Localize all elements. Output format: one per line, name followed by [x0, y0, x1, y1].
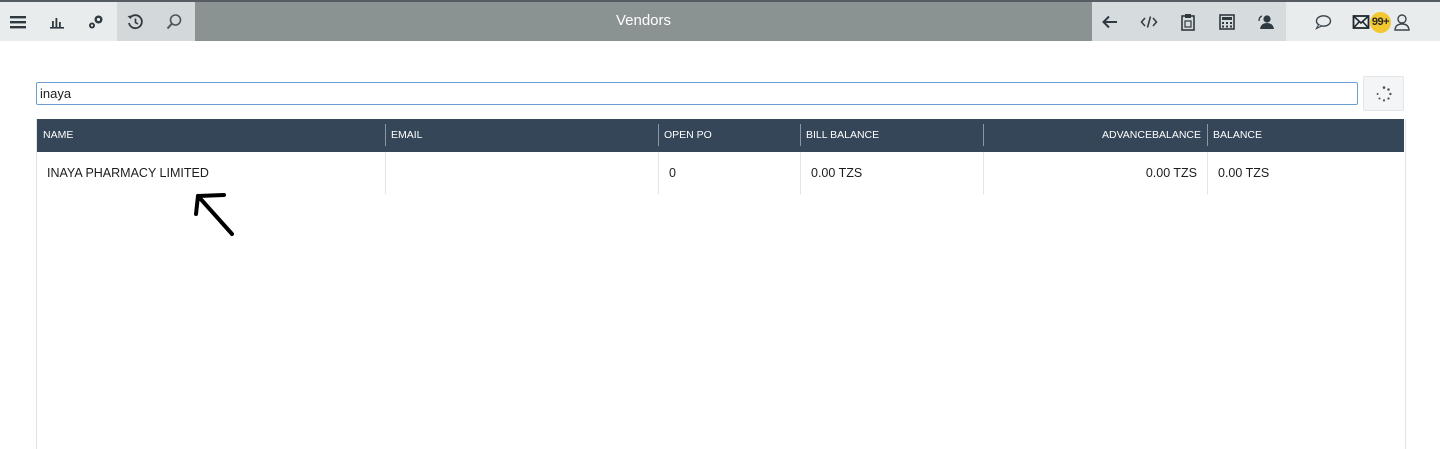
- gears-icon: [89, 15, 103, 28]
- support-button[interactable]: [1250, 2, 1282, 41]
- vendor-search-input[interactable]: [36, 82, 1358, 105]
- menu-button[interactable]: [2, 2, 34, 41]
- back-button[interactable]: [1094, 2, 1126, 41]
- reports-button[interactable]: [41, 2, 73, 41]
- code-button[interactable]: [1133, 2, 1165, 41]
- mail-icon: [1352, 14, 1370, 29]
- loading-spinner-icon: [1376, 85, 1392, 101]
- chat-button[interactable]: [1307, 2, 1339, 41]
- profile-button[interactable]: [1386, 2, 1418, 41]
- annotation-arrow: [194, 193, 234, 236]
- page-title: Vendors: [615, 12, 672, 29]
- cell-balance: 0.00 TZS: [1207, 152, 1404, 194]
- clipboard-icon: [1181, 13, 1195, 31]
- calculator-button[interactable]: [1211, 2, 1243, 41]
- user-support-icon: [1258, 14, 1274, 29]
- col-header-open-po[interactable]: OPEN PO: [658, 119, 800, 152]
- refresh-button[interactable]: [1363, 76, 1404, 111]
- cell-bill-balance: 0.00 TZS: [800, 152, 983, 194]
- col-header-name[interactable]: NAME: [37, 119, 385, 152]
- history-button[interactable]: [119, 2, 151, 41]
- settings-button[interactable]: [80, 2, 112, 41]
- history-icon: [127, 13, 143, 29]
- col-header-advance-balance[interactable]: ADVANCEBALANCE: [983, 119, 1207, 152]
- col-header-email[interactable]: EMAIL: [385, 119, 658, 152]
- cell-email: [385, 152, 658, 194]
- profile-icon: [1394, 13, 1410, 31]
- menu-icon: [10, 15, 26, 28]
- col-header-bill-balance[interactable]: BILL BALANCE: [800, 119, 983, 152]
- calculator-icon: [1219, 13, 1235, 30]
- code-icon: [1140, 15, 1158, 28]
- grid-header: NAME EMAIL OPEN PO BILL BALANCE ADVANCEB…: [37, 119, 1404, 152]
- cell-open-po: 0: [658, 152, 800, 194]
- vendors-grid: NAME EMAIL OPEN PO BILL BALANCE ADVANCEB…: [36, 119, 1406, 449]
- table-row[interactable]: INAYA PHARMACY LIMITED 0 0.00 TZS 0.00 T…: [37, 152, 1404, 194]
- search-button[interactable]: [158, 2, 190, 41]
- chart-icon: [50, 17, 64, 29]
- search-icon: [166, 13, 182, 29]
- chat-icon: [1314, 14, 1332, 30]
- cell-advance-balance: 0.00 TZS: [983, 152, 1207, 194]
- back-arrow-icon: [1102, 15, 1117, 28]
- clipboard-button[interactable]: [1172, 2, 1204, 41]
- col-header-balance[interactable]: BALANCE: [1207, 119, 1404, 152]
